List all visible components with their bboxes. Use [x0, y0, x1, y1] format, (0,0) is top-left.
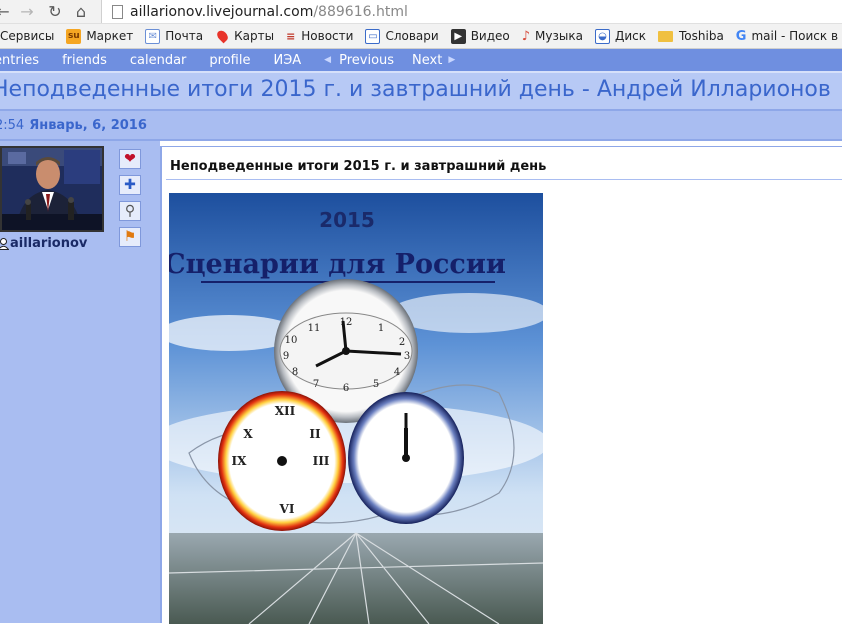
disk-icon: ◒ — [594, 28, 610, 44]
news-icon: ≡ — [286, 29, 296, 43]
avatar-portrait-image — [2, 148, 102, 230]
svg-text:4: 4 — [394, 367, 400, 378]
flag-button[interactable]: ⚑ — [119, 227, 141, 247]
svg-text:X: X — [243, 427, 253, 441]
entry-date[interactable]: Январь, 6, 2016 — [29, 118, 147, 133]
entry-time: 2:54 — [0, 117, 25, 133]
svg-text:2: 2 — [399, 337, 405, 348]
triangle-right-icon: ▶ — [448, 55, 456, 65]
browser-toolbar: ← → ↻ ⌂ aillarionov.livejournal.com/8896… — [0, 0, 842, 24]
bookmark-label: Словари — [385, 29, 439, 43]
bookmark-label: Видео — [470, 29, 510, 43]
mail-icon: ✉ — [145, 28, 161, 44]
svg-text:11: 11 — [308, 323, 321, 334]
journal-nav: entries friends calendar profile ИЭА ◀ P… — [0, 49, 842, 71]
pushpin-icon: ⚲ — [124, 203, 136, 219]
svg-text:IX: IX — [232, 454, 248, 468]
nav-previous[interactable]: Previous — [339, 53, 394, 68]
plus-icon: ✚ — [124, 177, 136, 193]
triangle-left-icon: ◀ — [324, 55, 332, 65]
bookmark-mail[interactable]: ✉ Почта — [145, 28, 204, 44]
username-text: aillarionov — [10, 236, 88, 251]
bookmark-label: Toshiba — [679, 29, 724, 43]
url-host: aillarionov.livejournal.com — [130, 3, 314, 20]
nav-entries[interactable]: entries — [0, 53, 39, 68]
bookmark-toshiba[interactable]: Toshiba — [658, 29, 724, 43]
reload-icon[interactable]: ↻ — [44, 0, 66, 24]
post-content: Неподведенные итоги 2015 г. и завтрашний… — [160, 146, 842, 624]
page-title-band: Неподведенные итоги 2015 г. и завтрашний… — [0, 71, 842, 111]
nav-calendar[interactable]: calendar — [130, 53, 187, 68]
bookmark-music[interactable]: ♪ Музыка — [522, 29, 583, 44]
music-note-icon: ♪ — [521, 28, 531, 44]
bookmark-label: Сервисы — [0, 29, 55, 43]
bookmark-services[interactable]: Сервисы — [0, 29, 54, 43]
svg-text:3: 3 — [404, 351, 410, 362]
nav-iea[interactable]: ИЭА — [273, 53, 301, 68]
svg-text:10: 10 — [285, 335, 298, 346]
author-username[interactable]: aillarionov — [0, 236, 87, 251]
google-g-icon: G — [735, 28, 747, 44]
bookmark-video[interactable]: ▶ Видео — [450, 28, 510, 44]
svg-text:8: 8 — [292, 367, 298, 378]
svg-text:12: 12 — [340, 317, 353, 328]
svg-text:5: 5 — [373, 379, 379, 390]
video-play-icon: ▶ — [450, 28, 466, 44]
svg-text:1: 1 — [378, 323, 384, 334]
entry-date-band: 2:54 Январь, 6, 2016 — [0, 111, 842, 141]
map-pin-icon — [215, 28, 231, 44]
home-icon[interactable]: ⌂ — [70, 0, 92, 24]
bookmark-market[interactable]: su Маркет — [66, 28, 134, 44]
bookmark-news[interactable]: ≡ Новости — [286, 29, 353, 43]
cover-title: Сценарии для России — [169, 249, 506, 280]
svg-text:II: II — [309, 427, 321, 441]
svg-text:7: 7 — [313, 379, 319, 390]
nav-friends[interactable]: friends — [62, 53, 107, 68]
track-button[interactable]: ⚲ — [119, 201, 141, 221]
forward-icon[interactable]: → — [16, 0, 38, 24]
bookmark-label: Маркет — [86, 29, 134, 43]
user-head-icon — [0, 237, 9, 250]
bookmark-maps[interactable]: Карты — [215, 28, 275, 44]
bookmark-dictionaries[interactable]: ▭ Словари — [365, 28, 439, 44]
page-icon — [112, 4, 123, 19]
cover-year: 2015 — [319, 208, 375, 232]
bookmark-label: Новости — [301, 29, 354, 43]
svg-text:III: III — [313, 454, 330, 468]
bookmarks-bar: Сервисы su Маркет ✉ Почта Карты ≡ Новост… — [0, 24, 842, 49]
book-cover-image[interactable]: 2015 Сценарии для России 12 1 2 345 678 91… — [169, 193, 543, 624]
add-friend-button[interactable]: ✚ — [119, 175, 141, 195]
url-path: /889616.html — [313, 3, 408, 20]
bookmark-label: Диск — [614, 29, 646, 43]
bookmark-label: Карты — [234, 29, 275, 43]
book-cover-illustration: 2015 Сценарии для России 1212 345 678 91… — [169, 193, 543, 624]
svg-text:VI: VI — [279, 502, 295, 516]
svg-text:6: 6 — [343, 383, 349, 394]
memories-button[interactable]: ❤ — [119, 149, 141, 169]
bookmark-label: mail - Поиск в Goo... — [751, 29, 842, 43]
flag-icon: ⚑ — [123, 229, 137, 245]
market-icon: su — [66, 28, 82, 44]
avatar[interactable] — [0, 146, 104, 232]
post-title: Неподведенные итоги 2015 г. и завтрашний… — [170, 159, 547, 174]
bookmark-disk[interactable]: ◒ Диск — [594, 28, 646, 44]
bookmark-label: Почта — [165, 29, 204, 43]
address-bar[interactable]: aillarionov.livejournal.com/889616.html — [101, 0, 842, 23]
back-icon[interactable]: ← — [0, 0, 10, 24]
heart-icon: ❤ — [124, 151, 136, 167]
bookmark-google-search[interactable]: G mail - Поиск в Goo... — [736, 29, 842, 44]
bookmark-label: Музыка — [535, 29, 583, 43]
svg-text:9: 9 — [283, 351, 289, 362]
page-title: Неподведенные итоги 2015 г. и завтрашний… — [0, 77, 831, 102]
nav-next[interactable]: Next — [412, 53, 442, 68]
dictionary-icon: ▭ — [365, 28, 381, 44]
nav-profile[interactable]: profile — [209, 53, 250, 68]
title-divider — [166, 179, 842, 180]
svg-text:XII: XII — [275, 404, 296, 418]
folder-icon — [658, 30, 673, 42]
